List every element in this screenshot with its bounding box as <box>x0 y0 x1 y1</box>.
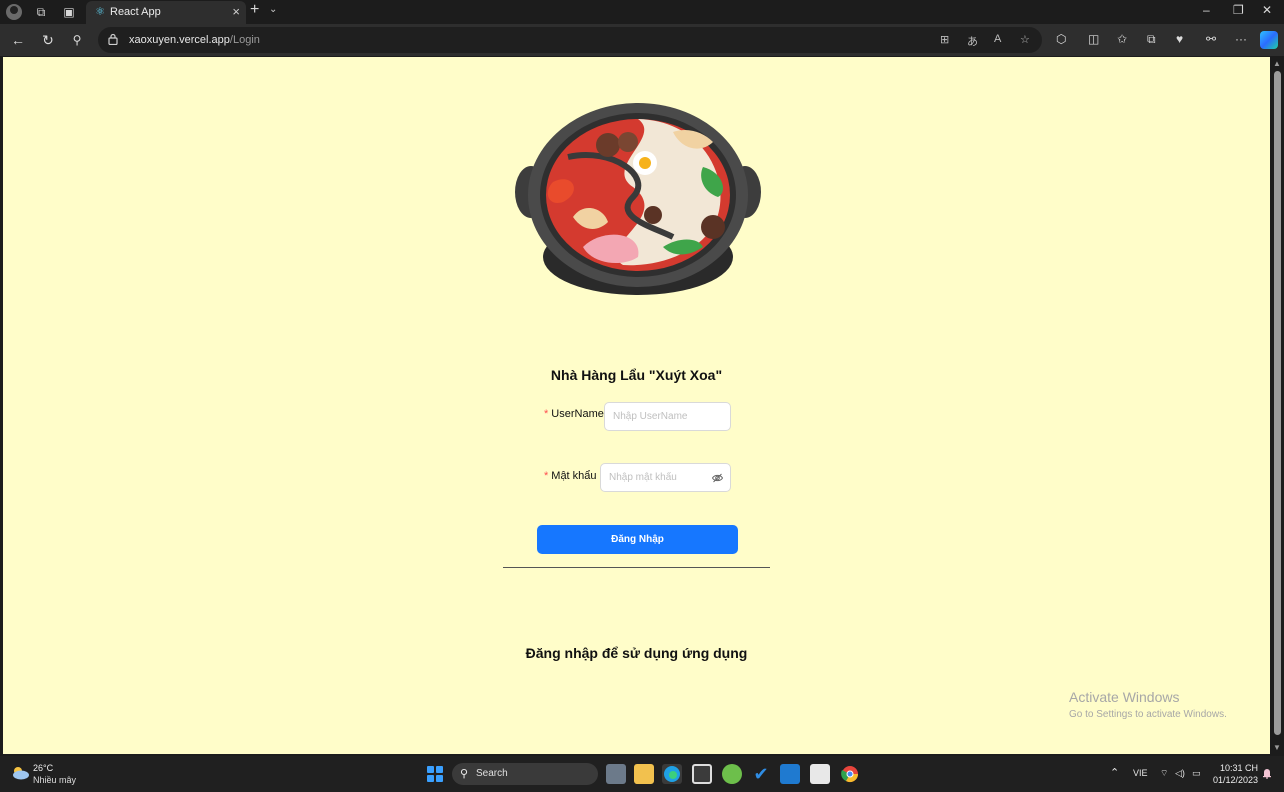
task-view-icon[interactable] <box>606 764 626 784</box>
read-aloud-icon[interactable]: A <box>994 33 1001 45</box>
scroll-down-icon[interactable]: ▼ <box>1273 743 1281 752</box>
edge-icon[interactable] <box>662 764 682 784</box>
search-icon[interactable]: ⚲ <box>68 31 86 49</box>
translate-icon[interactable]: あ <box>967 33 978 49</box>
store-icon[interactable] <box>692 764 712 784</box>
password-label: *Mật khẩu : <box>544 470 603 482</box>
browser-toolbar: ← ↻ ⚲ xaoxuyen.vercel.app/Login ⊞ あ A ☆ … <box>0 24 1284 56</box>
notepad-icon[interactable] <box>810 764 830 784</box>
username-field[interactable] <box>604 402 731 431</box>
notification-bell-icon[interactable] <box>1262 767 1272 779</box>
search-label: Search <box>476 768 508 779</box>
windows-logo-tile <box>427 775 434 782</box>
required-marker: * <box>544 408 549 420</box>
eye-invisible-icon[interactable] <box>712 473 723 483</box>
volume-icon[interactable]: ◁) <box>1175 768 1185 779</box>
temperature: 26°C <box>33 763 54 773</box>
chevron-up-icon[interactable]: ⌃ <box>1110 766 1119 779</box>
back-icon[interactable]: ← <box>9 31 27 49</box>
scrollbar-thumb[interactable] <box>1274 71 1281 735</box>
search-icon: ⚲ <box>460 768 469 780</box>
login-page: Nhà Hàng Lẩu "Xuýt Xoa" *UserName : *Mật… <box>3 57 1270 754</box>
windows-logo-tile <box>436 775 443 782</box>
clock-date: 01/12/2023 <box>1212 775 1258 785</box>
watermark-subtitle: Go to Settings to activate Windows. <box>1069 709 1227 720</box>
weather-widget[interactable]: 26°C Nhiều mây <box>10 762 100 788</box>
tab-actions-icon[interactable]: ▣ <box>60 3 78 21</box>
wifi-icon[interactable]: ⌔ <box>1160 768 1168 779</box>
vscode-icon[interactable] <box>780 764 800 784</box>
start-button[interactable] <box>427 766 443 782</box>
split-screen-icon[interactable]: ◫ <box>1088 32 1099 46</box>
copilot-icon[interactable] <box>1260 31 1278 49</box>
page-scrollbar[interactable]: ▲ ▼ <box>1271 57 1284 754</box>
windows-logo-tile <box>436 766 443 773</box>
app-icon[interactable] <box>722 764 742 784</box>
cloudy-weather-icon <box>13 767 29 780</box>
windows-logo-tile <box>427 766 434 773</box>
system-clock[interactable]: 10:31 CH 01/12/2023 <box>1210 762 1258 786</box>
collections-icon[interactable]: ⧉ <box>1147 32 1156 47</box>
workspaces-icon[interactable]: ⧉ <box>32 3 50 21</box>
browser-essentials-icon[interactable]: ♥ <box>1176 32 1183 46</box>
restore-icon[interactable]: ❐ <box>1233 3 1244 17</box>
chrome-icon[interactable] <box>840 764 860 784</box>
windows-taskbar: 26°C Nhiều mây ⚲ Search ✔ ⌃ VIE ⌔ ◁) ▭ 1… <box>0 756 1284 792</box>
edge-logo <box>664 766 680 782</box>
battery-icon[interactable]: ▭ <box>1192 768 1201 779</box>
close-window-icon[interactable]: ✕ <box>1262 3 1272 17</box>
share-icon[interactable]: ⚯ <box>1206 32 1216 46</box>
lock-icon <box>108 33 118 45</box>
clock-time: 10:31 CH <box>1219 763 1258 773</box>
address-bar[interactable]: xaoxuyen.vercel.app/Login ⊞ あ A ☆ <box>98 27 1042 53</box>
password-input[interactable] <box>601 464 730 491</box>
file-explorer-icon[interactable] <box>634 764 654 784</box>
react-icon: ⚛ <box>95 6 105 18</box>
tab-title: React App <box>110 6 161 18</box>
todo-icon[interactable]: ✔ <box>751 764 771 784</box>
hotpot-logo <box>515 103 761 295</box>
language-indicator[interactable]: VIE <box>1133 768 1148 778</box>
username-input[interactable] <box>605 403 730 430</box>
favorites-icon[interactable]: ✩ <box>1117 32 1127 46</box>
activate-windows-watermark: Activate Windows Go to Settings to activ… <box>1069 689 1227 720</box>
weather-description: Nhiều mây <box>33 775 77 785</box>
new-tab-icon[interactable]: + <box>250 1 259 19</box>
extensions-icon[interactable]: ⬡ <box>1056 32 1066 46</box>
watermark-title: Activate Windows <box>1069 689 1180 705</box>
restaurant-title: Nhà Hàng Lẩu "Xuýt Xoa" <box>550 367 723 383</box>
more-menu-icon[interactable]: ··· <box>1235 32 1247 46</box>
app-available-icon[interactable]: ⊞ <box>940 33 949 46</box>
login-button[interactable]: Đăng Nhập <box>537 525 738 554</box>
password-field[interactable] <box>600 463 731 492</box>
login-prompt: Đăng nhập để sử dụng ứng dụng <box>525 645 748 661</box>
required-marker: * <box>544 470 549 482</box>
divider <box>503 567 770 568</box>
close-tab-icon[interactable]: × <box>232 4 240 19</box>
username-label: *UserName : <box>544 408 610 420</box>
scroll-up-icon[interactable]: ▲ <box>1273 59 1281 68</box>
taskbar-search[interactable]: ⚲ Search <box>452 763 598 785</box>
chevron-down-icon[interactable]: ⌄ <box>269 4 277 15</box>
tab-react-app[interactable]: ⚛ React App × <box>86 1 246 24</box>
tab-bar: ⧉ ▣ ⚛ React App × + ⌄ – ❐ ✕ <box>0 0 1284 24</box>
chrome-logo <box>841 766 859 783</box>
profile-avatar[interactable] <box>6 4 22 20</box>
minimize-icon[interactable]: – <box>1203 3 1210 17</box>
url-text: xaoxuyen.vercel.app/Login <box>129 34 260 46</box>
refresh-icon[interactable]: ↻ <box>39 31 57 49</box>
favorite-star-icon[interactable]: ☆ <box>1020 33 1030 46</box>
